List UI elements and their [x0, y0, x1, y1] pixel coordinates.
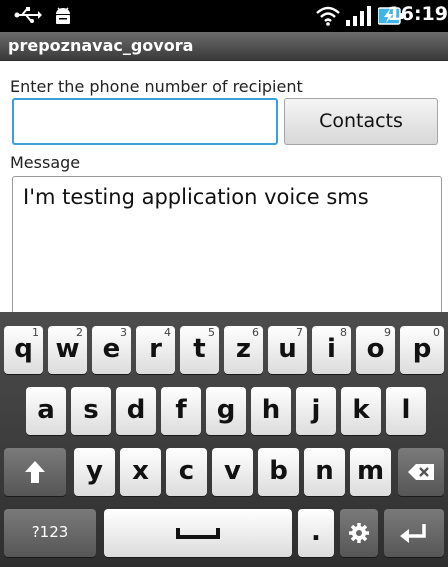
clock: 16:19 [387, 3, 448, 25]
symbols-key[interactable]: ?123 [4, 509, 96, 557]
phone-label: Enter the phone number of recipient [10, 77, 303, 96]
key-s[interactable]: s [71, 387, 111, 435]
key-y[interactable]: y [74, 448, 115, 496]
contacts-button[interactable]: Contacts [284, 98, 438, 145]
key-q[interactable]: 1q [4, 326, 43, 374]
backspace-key[interactable] [398, 448, 444, 496]
space-key[interactable] [104, 509, 292, 557]
key-t[interactable]: 5t [180, 326, 219, 374]
key-n[interactable]: n [304, 448, 345, 496]
key-h[interactable]: h [251, 387, 291, 435]
key-o[interactable]: 9o [356, 326, 395, 374]
app-title: prepoznavac_govora [8, 36, 194, 55]
soft-keyboard: 1q 2w 3e 4r 5t 6z 7u 8i 9o 0p a s d f g … [0, 312, 448, 567]
message-input[interactable]: I'm testing application voice sms [12, 176, 442, 326]
key-a[interactable]: a [26, 387, 66, 435]
key-j[interactable]: j [296, 387, 336, 435]
app-title-bar: prepoznavac_govora [0, 32, 448, 61]
usb-icon [14, 6, 42, 28]
signal-icon [345, 6, 373, 30]
key-g[interactable]: g [206, 387, 246, 435]
settings-key[interactable] [340, 509, 378, 557]
shift-key[interactable] [4, 448, 66, 496]
phone-number-input[interactable] [12, 98, 278, 145]
key-b[interactable]: b [258, 448, 299, 496]
key-x[interactable]: x [120, 448, 161, 496]
key-f[interactable]: f [161, 387, 201, 435]
key-z[interactable]: 6z [224, 326, 263, 374]
period-key[interactable]: . [298, 509, 334, 557]
key-m[interactable]: m [350, 448, 391, 496]
key-c[interactable]: c [166, 448, 207, 496]
key-v[interactable]: v [212, 448, 253, 496]
android-debug-icon [52, 4, 74, 30]
message-label: Message [10, 153, 81, 172]
key-k[interactable]: k [341, 387, 381, 435]
key-e[interactable]: 3e [92, 326, 131, 374]
key-l[interactable]: l [386, 387, 426, 435]
enter-key[interactable] [384, 509, 444, 557]
key-u[interactable]: 7u [268, 326, 307, 374]
key-r[interactable]: 4r [136, 326, 175, 374]
status-bar: 16:19 [0, 0, 448, 32]
wifi-icon [316, 6, 340, 30]
key-p[interactable]: 0p [400, 326, 444, 374]
key-d[interactable]: d [116, 387, 156, 435]
key-w[interactable]: 2w [48, 326, 87, 374]
key-i[interactable]: 8i [312, 326, 351, 374]
